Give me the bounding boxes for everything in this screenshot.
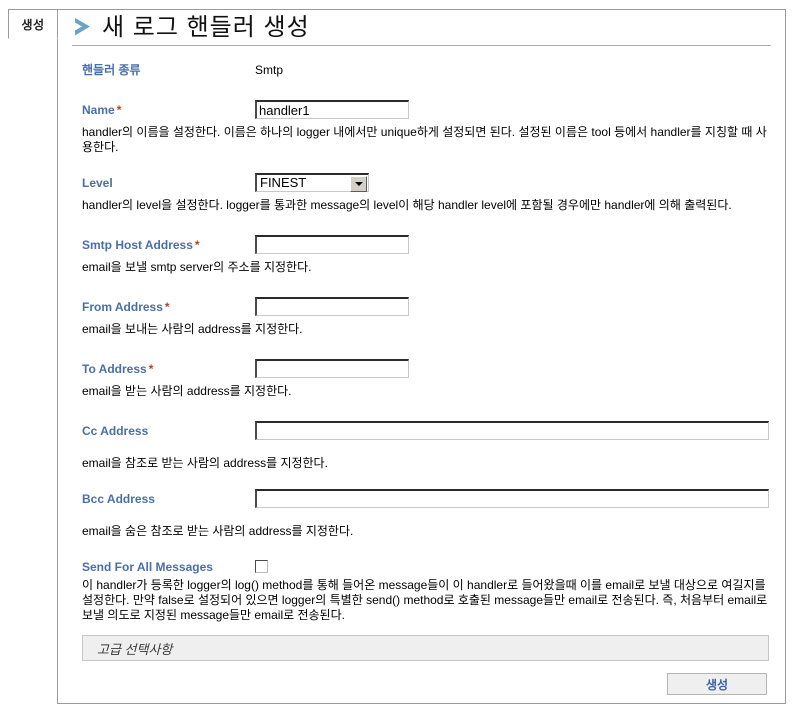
field-name: Name * <box>82 100 769 119</box>
to-address-label: To Address * <box>82 359 255 377</box>
smtp-host-label: Smtp Host Address * <box>82 235 255 253</box>
send-all-messages-checkbox[interactable] <box>255 560 268 573</box>
main-panel: 새 로그 핸들러 생성 핸들러 종류 Smtp Name* handler의 이… <box>57 9 786 704</box>
handler-type-value: Smtp <box>255 63 284 77</box>
to-address-required-marker: * <box>148 362 154 376</box>
name-label-text: Name <box>82 103 115 117</box>
field-send-all-messages: Send For All Messages <box>82 557 769 575</box>
page-title: 새 로그 핸들러 생성 <box>102 14 310 41</box>
name-input[interactable] <box>255 100 409 119</box>
name-label: Name * <box>82 100 255 118</box>
smtp-host-label-text: Smtp Host Address <box>82 238 193 252</box>
from-address-description: email을 보내는 사람의 address를 지정한다. <box>82 322 303 336</box>
bcc-address-description: email을 숨은 참조로 받는 사람의 address를 지정한다. <box>82 524 354 538</box>
field-cc-address: Cc Address <box>82 421 769 440</box>
bcc-address-input[interactable] <box>255 489 769 508</box>
advanced-options-bar[interactable]: 고급 선택사항 <box>82 635 769 661</box>
from-address-required-marker: * <box>164 300 170 314</box>
smtp-host-input[interactable] <box>255 235 409 254</box>
to-address-label-text: To Address <box>82 362 147 376</box>
field-bcc-address: Bcc Address <box>82 489 769 508</box>
cc-address-description: email을 참조로 받는 사람의 address를 지정한다. <box>82 456 328 470</box>
from-address-label: From Address * <box>82 297 255 315</box>
name-description: handler의 이름을 설정한다. 이름은 하나의 logger 내에서만 u… <box>82 125 767 154</box>
field-smtp-host: Smtp Host Address * <box>82 235 769 254</box>
to-address-input[interactable] <box>255 359 409 378</box>
panel-inner: 새 로그 핸들러 생성 핸들러 종류 Smtp Name* handler의 이… <box>58 10 785 703</box>
field-to-address: To Address * <box>82 359 769 378</box>
cc-address-input[interactable] <box>255 421 769 440</box>
from-address-input[interactable] <box>255 297 409 316</box>
chevron-right-icon <box>75 18 90 36</box>
page-header: 새 로그 핸들러 생성 <box>72 10 771 46</box>
send-all-messages-description: 이 handler가 등록한 logger의 log() method를 통해 … <box>82 578 768 622</box>
send-all-messages-label: Send For All Messages <box>82 560 213 574</box>
footer: 생성 <box>82 673 769 695</box>
create-button[interactable]: 생성 <box>667 673 767 695</box>
to-address-description: email을 받는 사람의 address를 지정한다. <box>82 384 292 398</box>
field-handler-type: 핸들러 종류 Smtp <box>82 60 769 78</box>
smtp-host-required-marker: * <box>194 238 200 252</box>
level-select-value: FINEST <box>260 175 307 190</box>
tab-create-label: 생성 <box>21 17 45 32</box>
name-required-marker: * <box>116 103 122 117</box>
level-select[interactable]: FINEST <box>255 173 369 192</box>
level-description: handler의 level을 설정한다. logger를 통과한 messag… <box>82 198 732 212</box>
from-address-label-text: From Address <box>82 300 163 314</box>
bcc-address-label: Bcc Address <box>82 492 155 506</box>
form-body: 핸들러 종류 Smtp Name* handler의 이름을 설정한다. 이름은… <box>72 60 771 695</box>
field-level: Level FINEST <box>82 173 769 192</box>
handler-type-label: 핸들러 종류 <box>82 63 141 77</box>
cc-address-label: Cc Address <box>82 424 149 438</box>
smtp-host-description: email을 보낼 smtp server의 주소를 지정한다. <box>82 260 312 274</box>
level-label: Level <box>82 176 113 190</box>
level-select-dropdown-button[interactable] <box>350 176 367 192</box>
tab-create[interactable]: 생성 <box>8 9 58 39</box>
advanced-options-label: 고급 선택사항 <box>97 641 173 657</box>
field-from-address: From Address * <box>82 297 769 316</box>
chevron-down-icon <box>354 182 363 186</box>
